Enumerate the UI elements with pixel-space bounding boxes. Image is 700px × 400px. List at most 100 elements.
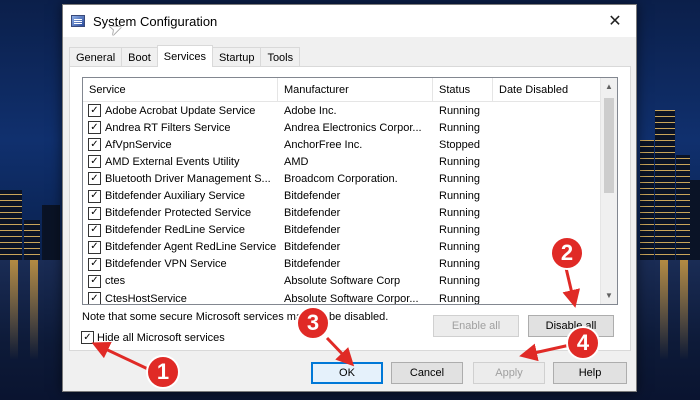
column-header-manufacturer[interactable]: Manufacturer [278,78,433,101]
scrollbar-thumb[interactable] [604,98,614,193]
service-name: Bitdefender Protected Service [105,207,252,220]
table-row[interactable]: ✓ AMD External Events Utility AMD Running [83,153,617,170]
service-name: Bluetooth Driver Management S... [105,172,271,185]
hide-ms-services-option[interactable]: ✓ Hide all Microsoft services [81,331,225,344]
table-row[interactable]: ✓ Bitdefender RedLine Service Bitdefender R… [83,222,617,239]
service-name: AfVpnService [105,138,172,151]
status-cell: Running [439,190,480,203]
apply-button[interactable]: Apply [473,362,545,384]
service-checkbox[interactable]: ✓ [88,172,101,186]
service-name: Andrea RT Filters Service [105,121,231,134]
column-header-date-disabled[interactable]: Date Disabled [493,78,603,101]
annotation-badge-4: 4 [566,326,600,360]
table-row[interactable]: ✓ Bitdefender Auxiliary Service Bitdefende… [83,187,617,204]
service-cell: ✓ Bitdefender RedLine Service [83,223,278,237]
manufacturer-cell: Broadcom Corporation. [284,172,398,185]
manufacturer-cell: AMD [284,155,309,168]
secure-services-note: Note that some secure Microsoft services… [82,311,389,323]
column-header-service[interactable]: Service [83,78,278,101]
status-cell: Running [439,121,480,134]
table-row[interactable]: ✓ Bitdefender Protected Service Bitdefende… [83,205,617,222]
service-checkbox[interactable]: ✓ [88,189,101,203]
table-row[interactable]: ✓ AfVpnService AnchorFree Inc. Stopped [83,136,617,153]
status-cell: Running [439,224,480,237]
service-checkbox[interactable]: ✓ [88,223,101,237]
service-name: Bitdefender RedLine Service [105,224,246,237]
cancel-button[interactable]: Cancel [391,362,463,384]
service-name: Bitdefender VPN Service [105,258,227,271]
system-configuration-dialog: System Configuration ➤ ✕ General Boot Se… [62,4,637,392]
status-cell: Running [439,258,480,271]
status-cell: Running [439,172,480,185]
service-cell: ✓ AMD External Events Utility [83,155,278,169]
manufacturer-cell: Bitdefender [284,190,341,203]
service-cell: ✓ Adobe Acrobat Update Service [83,104,278,118]
service-name: Adobe Acrobat Update Service [105,104,256,117]
status-cell: Running [439,207,480,220]
table-row[interactable]: ✓ Adobe Acrobat Update Service Adobe Inc. R… [83,102,617,119]
table-row[interactable]: ✓ Bitdefender Agent RedLine Service Bitdef… [83,239,617,256]
vertical-scrollbar[interactable]: ▲ ▼ [600,78,617,304]
services-list[interactable]: Service Manufacturer Status Date Disable… [82,77,618,305]
hide-ms-services-checkbox[interactable]: ✓ [81,331,94,344]
service-checkbox[interactable]: ✓ [88,240,101,254]
service-checkbox[interactable]: ✓ [88,155,101,169]
status-cell: Running [439,275,480,288]
list-header: Service Manufacturer Status Date Disable… [83,78,617,102]
manufacturer-cell: Bitdefender [284,207,341,220]
service-cell: ✓ Bitdefender Auxiliary Service [83,189,278,203]
table-row[interactable]: ✓ CtesHostService Absolute Software Corpor… [83,290,617,305]
service-name: ctes [105,275,126,288]
service-checkbox[interactable]: ✓ [88,104,101,118]
service-cell: ✓ Bitdefender Agent RedLine Service [83,240,278,254]
table-row[interactable]: ✓ Andrea RT Filters Service Andrea Electro… [83,119,617,136]
service-cell: ✓ CtesHostService [83,292,278,305]
manufacturer-cell: Andrea Electronics Corpor... [284,121,422,134]
title-bar[interactable]: System Configuration ➤ ✕ [63,5,636,40]
service-name: Bitdefender Auxiliary Service [105,190,246,203]
msconfig-app-icon [71,15,85,27]
status-cell: Running [439,241,480,254]
help-button[interactable]: Help [553,362,627,384]
annotation-badge-1: 1 [146,355,180,389]
service-cell: ✓ Bitdefender VPN Service [83,257,278,271]
service-checkbox[interactable]: ✓ [88,121,101,135]
close-button[interactable]: ✕ [594,5,636,37]
service-checkbox[interactable]: ✓ [88,206,101,220]
tab-tools[interactable]: Tools [260,47,301,67]
service-checkbox[interactable]: ✓ [88,257,101,271]
scroll-down-icon[interactable]: ▼ [601,287,617,304]
service-cell: ✓ Andrea RT Filters Service [83,121,278,135]
table-row[interactable]: ✓ ctes Absolute Software Corp Running [83,273,617,290]
annotation-badge-2: 2 [550,236,584,270]
tab-strip: General Boot Services Startup Tools [69,45,301,67]
tab-general[interactable]: General [69,47,123,67]
manufacturer-cell: Bitdefender [284,258,341,271]
manufacturer-cell: AnchorFree Inc. [284,138,363,151]
service-checkbox[interactable]: ✓ [88,138,101,152]
manufacturer-cell: Bitdefender [284,224,341,237]
ok-button[interactable]: OK [311,362,383,384]
scroll-up-icon[interactable]: ▲ [601,78,617,95]
table-row[interactable]: ✓ Bluetooth Driver Management S... Broadco… [83,170,617,187]
service-cell: ✓ AfVpnService [83,138,278,152]
manufacturer-cell: Absolute Software Corpor... [284,292,419,305]
service-cell: ✓ Bitdefender Protected Service [83,206,278,220]
status-cell: Running [439,155,480,168]
tab-services[interactable]: Services [156,45,213,67]
column-header-status[interactable]: Status [433,78,493,101]
table-row[interactable]: ✓ Bitdefender VPN Service Bitdefender Runni… [83,256,617,273]
service-checkbox[interactable]: ✓ [88,274,101,288]
service-checkbox[interactable]: ✓ [88,292,101,304]
status-cell: Stopped [439,138,480,151]
service-name: CtesHostService [105,292,187,305]
service-name: Bitdefender Agent RedLine Service [105,241,277,254]
enable-all-button[interactable]: Enable all [433,315,519,337]
tab-boot[interactable]: Boot [121,47,158,67]
hide-ms-services-label: Hide all Microsoft services [97,331,225,344]
annotation-badge-3: 3 [296,306,330,340]
manufacturer-cell: Absolute Software Corp [284,275,401,288]
status-cell: Running [439,292,480,305]
tab-startup[interactable]: Startup [211,47,262,67]
services-rows: ✓ Adobe Acrobat Update Service Adobe Inc. R… [83,102,617,305]
